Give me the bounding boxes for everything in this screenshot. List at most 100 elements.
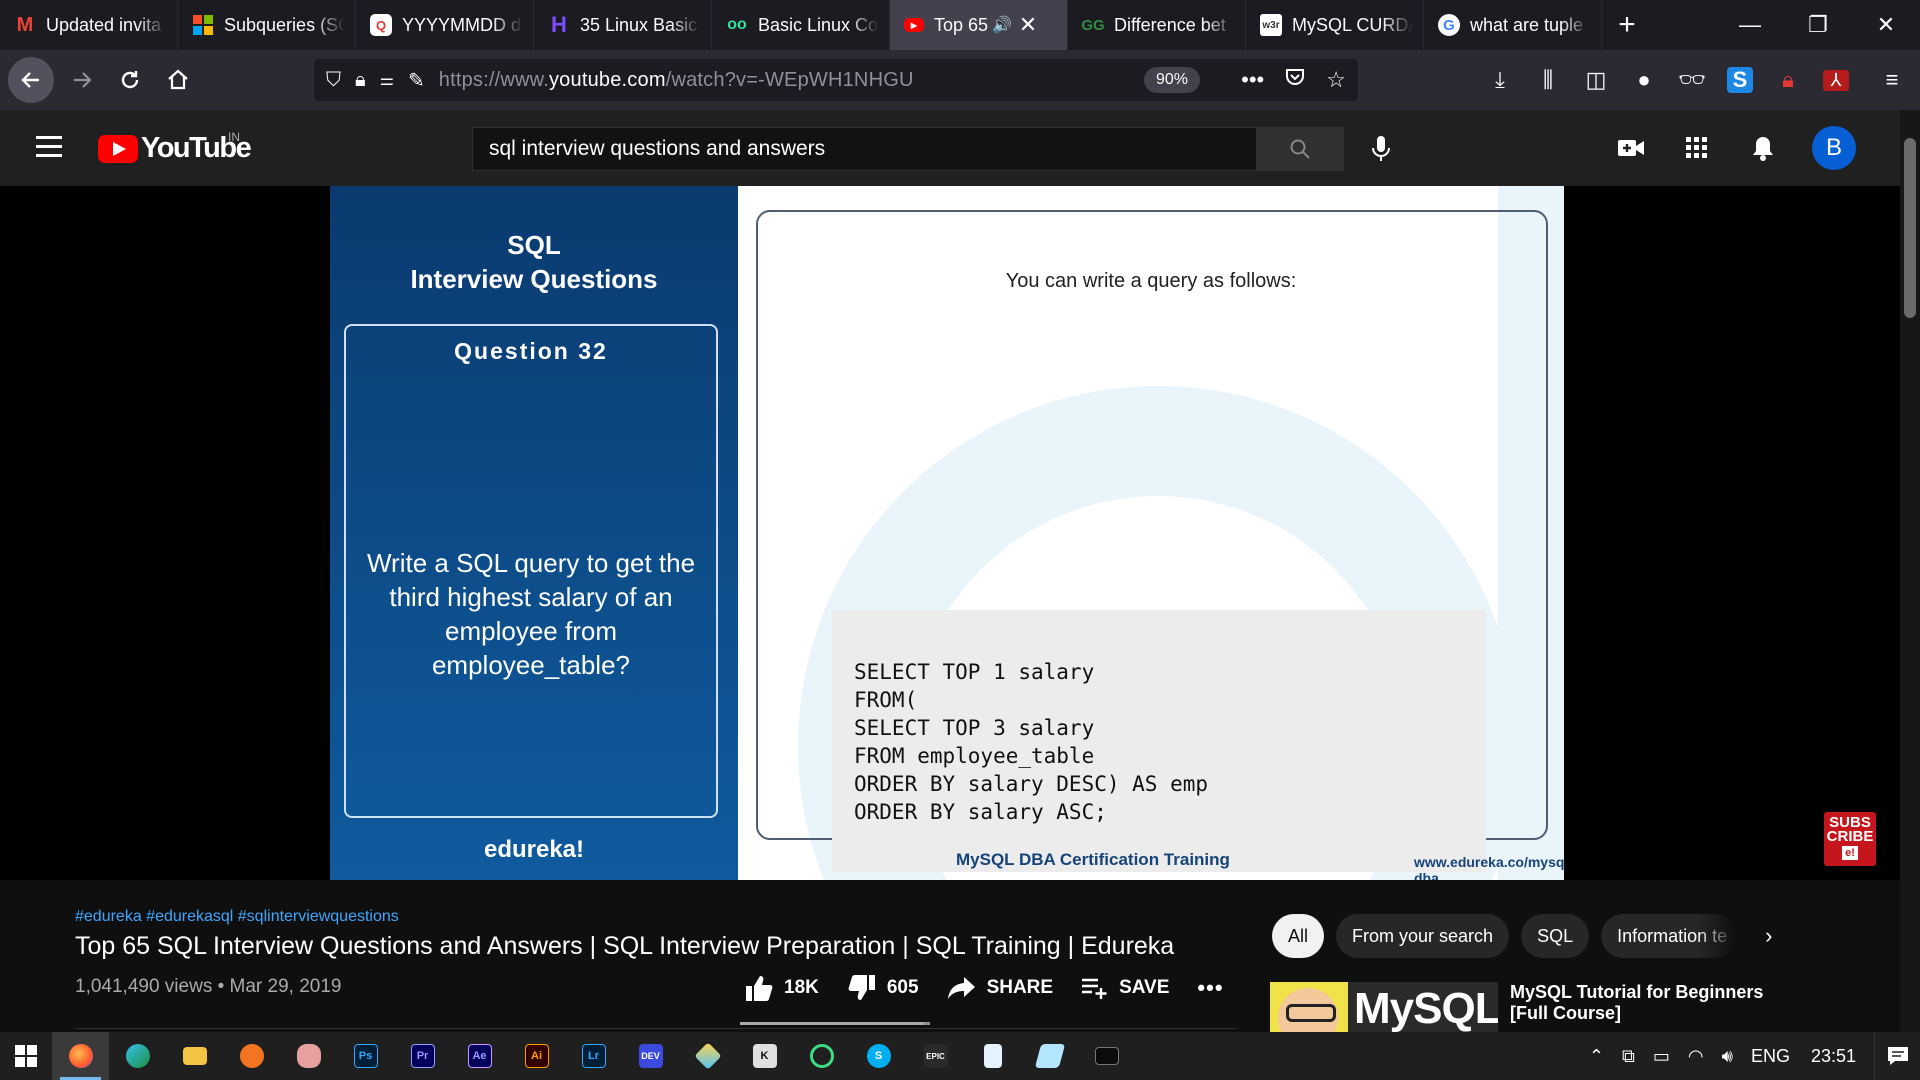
subscribe-watermark-button[interactable]: SUBS CRIBE e!	[1824, 812, 1876, 866]
lightroom-icon: Lr	[581, 1044, 606, 1068]
more-actions-icon[interactable]: •••	[1241, 67, 1264, 93]
folder-icon	[182, 1047, 207, 1065]
guide-menu-icon[interactable]	[36, 136, 62, 163]
taskbar-lightroom[interactable]: Lr	[565, 1032, 622, 1080]
taskbar-photoshop[interactable]: Ps	[337, 1032, 394, 1080]
chevron-right-icon[interactable]: ›	[1765, 923, 1772, 949]
account-icon[interactable]: ●	[1620, 67, 1668, 93]
minimize-icon[interactable]: —	[1716, 0, 1784, 50]
close-tab-icon[interactable]: ✕	[1018, 12, 1038, 38]
chip-information[interactable]: Information te	[1601, 914, 1738, 958]
speaker-icon[interactable]: 🔊	[992, 15, 1012, 35]
taskbar-after-effects[interactable]: Ae	[451, 1032, 508, 1080]
back-button[interactable]	[8, 57, 54, 103]
taskbar-skype[interactable]: S	[850, 1032, 907, 1080]
bookmark-star-icon[interactable]: ☆	[1326, 67, 1346, 93]
extension-glasses-icon[interactable]: 👓︎	[1668, 67, 1716, 93]
avatar-letter: B	[1825, 134, 1842, 161]
wifi-icon[interactable]: ◠	[1688, 1046, 1704, 1067]
chip-from-your-search[interactable]: From your search	[1336, 914, 1510, 958]
slide-right-panel: You can write a query as follows: SELECT…	[738, 186, 1564, 880]
dislike-button[interactable]: 605	[847, 974, 919, 1002]
share-button[interactable]: SHARE	[947, 975, 1053, 1001]
avatar[interactable]: B	[1812, 126, 1856, 170]
taskbar-file-explorer[interactable]	[166, 1032, 223, 1080]
taskbar-firefox[interactable]	[52, 1032, 109, 1080]
taskbar-premiere[interactable]: Pr	[394, 1032, 451, 1080]
extension-lock-icon[interactable]: 🔒︎	[1764, 67, 1812, 93]
sidebar-icon[interactable]: ◫	[1572, 67, 1620, 93]
like-button[interactable]: 18K	[744, 974, 819, 1002]
battery-icon[interactable]: ▭	[1653, 1046, 1670, 1067]
tab-yyyymmdd[interactable]: Q YYYYMMDD d	[356, 0, 534, 50]
lock-icon[interactable]: 🔒︎	[355, 69, 366, 92]
download-icon[interactable]: ⤓	[1476, 67, 1524, 93]
new-tab-button[interactable]: +	[1602, 0, 1652, 50]
volume-icon[interactable]: 🔊︎	[1722, 1046, 1733, 1067]
create-video-button[interactable]	[1598, 126, 1664, 170]
tab-difference[interactable]: GG Difference bet	[1068, 0, 1246, 50]
taskbar-kali[interactable]: K	[736, 1032, 793, 1080]
zoom-level[interactable]: 90%	[1144, 67, 1201, 93]
w3schools-icon: w3r	[1260, 14, 1282, 36]
pdf-icon[interactable]: ⅄	[1823, 69, 1849, 91]
tab-google-tuple[interactable]: G what are tuple	[1424, 0, 1602, 50]
taskbar-illustrator[interactable]: Ai	[508, 1032, 565, 1080]
video-title: Top 65 SQL Interview Questions and Answe…	[75, 932, 1175, 960]
language-indicator[interactable]: ENG	[1751, 1046, 1790, 1067]
taskbar-dev[interactable]: DEV	[622, 1032, 679, 1080]
video-player[interactable]: SQL Interview Questions Question 32 Writ…	[0, 186, 1920, 880]
video-frame: SQL Interview Questions Question 32 Writ…	[330, 186, 1564, 880]
restore-icon[interactable]: ❐	[1784, 0, 1852, 50]
taskbar-brain-app[interactable]	[280, 1032, 337, 1080]
forward-button[interactable]	[62, 60, 102, 100]
tab-gmail[interactable]: M Updated invita	[0, 0, 178, 50]
taskbar-edge[interactable]	[109, 1032, 166, 1080]
permissions-icon[interactable]: ⚌	[380, 70, 394, 90]
scrollbar-thumb[interactable]	[1904, 138, 1916, 318]
taskbar-epic-games[interactable]: EPIC	[907, 1032, 964, 1080]
url-text[interactable]: https://www.youtube.com/watch?v=-WEpWH1N…	[439, 69, 914, 92]
voice-search-button[interactable]	[1364, 132, 1398, 166]
apps-button[interactable]	[1664, 126, 1730, 170]
page-scrollbar[interactable]	[1900, 110, 1920, 1032]
taskbar-crunchyroll[interactable]	[223, 1032, 280, 1080]
extension-s-icon[interactable]: S	[1727, 67, 1753, 93]
edit-icon[interactable]: ✎	[408, 68, 425, 93]
more-actions-button[interactable]: •••	[1197, 975, 1223, 1001]
home-button[interactable]	[158, 60, 198, 100]
taskbar-spinner-app[interactable]	[793, 1032, 850, 1080]
clock[interactable]: 23:51	[1811, 1046, 1856, 1067]
search-button[interactable]	[1256, 127, 1344, 171]
related-video-thumbnail[interactable]: MySQL	[1270, 982, 1498, 1032]
reload-button[interactable]	[110, 60, 150, 100]
tab-youtube-active[interactable]: ▶ Top 65 🔊 ✕	[890, 0, 1068, 50]
pocket-icon[interactable]	[1284, 66, 1306, 94]
tab-mysql-curd[interactable]: w3r MySQL CURDA	[1246, 0, 1424, 50]
taskbar-cube-app[interactable]	[679, 1032, 736, 1080]
shield-icon[interactable]: ⛉	[326, 69, 341, 92]
menu-icon[interactable]: ≡	[1868, 67, 1916, 93]
meet-now-icon[interactable]: ⧉	[1622, 1046, 1635, 1067]
notification-icon	[1887, 1047, 1908, 1065]
search-input[interactable]: sql interview questions and answers	[472, 127, 1258, 171]
notification-center-button[interactable]	[1874, 1032, 1920, 1080]
taskbar-notes[interactable]	[1021, 1032, 1078, 1080]
library-icon[interactable]: ⫼	[1524, 67, 1572, 93]
chip-all[interactable]: All	[1272, 914, 1325, 958]
taskbar-notepad[interactable]	[964, 1032, 1021, 1080]
save-button[interactable]: SAVE	[1081, 976, 1169, 1000]
hashtags[interactable]: #edureka #edurekasql #sqlinterviewquesti…	[75, 908, 399, 926]
tab-basic-linux[interactable]: oo Basic Linux Co	[712, 0, 890, 50]
chevron-up-icon[interactable]: ⌃	[1589, 1046, 1604, 1067]
notifications-button[interactable]	[1730, 126, 1796, 170]
url-bar[interactable]: ⛉ 🔒︎ ⚌ ✎ https://www.youtube.com/watch?v…	[314, 59, 1358, 101]
start-button[interactable]	[0, 1032, 52, 1080]
tab-linux-basic[interactable]: H 35 Linux Basic	[534, 0, 712, 50]
chip-sql[interactable]: SQL	[1521, 914, 1590, 958]
taskbar-terminal[interactable]	[1078, 1032, 1135, 1080]
tab-subqueries[interactable]: Subqueries (SC	[178, 0, 356, 50]
close-window-icon[interactable]: ✕	[1852, 0, 1920, 50]
after-effects-icon: Ae	[467, 1044, 492, 1068]
related-video-title[interactable]: MySQL Tutorial for Beginners [Full Cours…	[1510, 982, 1763, 1024]
